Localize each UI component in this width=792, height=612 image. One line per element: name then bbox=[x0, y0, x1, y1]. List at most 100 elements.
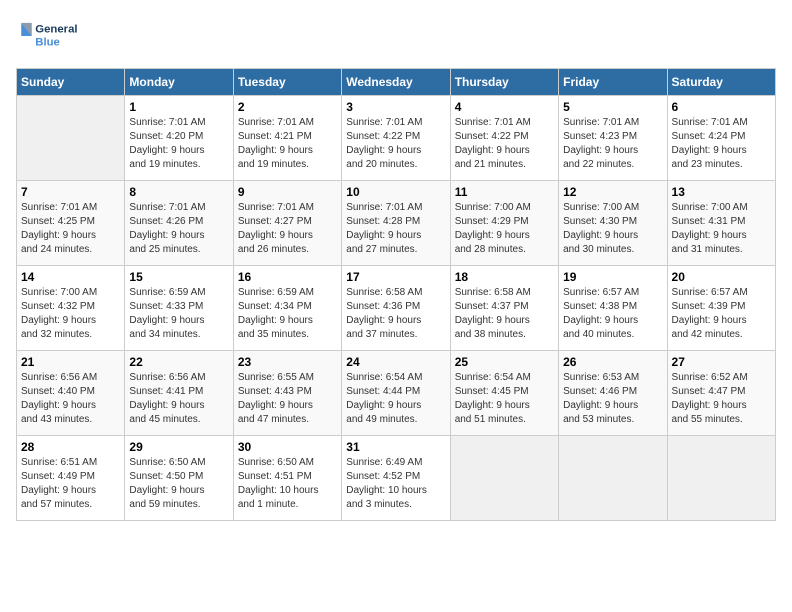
day-number: 18 bbox=[455, 270, 554, 284]
day-number: 8 bbox=[129, 185, 228, 199]
calendar-cell: 6 Sunrise: 7:01 AM Sunset: 4:24 PM Daylig… bbox=[667, 96, 775, 181]
calendar-cell: 11 Sunrise: 7:00 AM Sunset: 4:29 PM Dayli… bbox=[450, 181, 558, 266]
weekday-header-row: SundayMondayTuesdayWednesdayThursdayFrid… bbox=[17, 69, 776, 96]
day-number: 19 bbox=[563, 270, 662, 284]
calendar-cell: 1 Sunrise: 7:01 AM Sunset: 4:20 PM Daylig… bbox=[125, 96, 233, 181]
day-number: 27 bbox=[672, 355, 771, 369]
day-info: Sunrise: 7:01 AM Sunset: 4:27 PM Dayligh… bbox=[238, 201, 337, 257]
day-number: 29 bbox=[129, 440, 228, 454]
calendar-cell: 9 Sunrise: 7:01 AM Sunset: 4:27 PM Daylig… bbox=[233, 181, 341, 266]
day-number: 13 bbox=[672, 185, 771, 199]
calendar-cell bbox=[450, 436, 558, 521]
day-info: Sunrise: 6:58 AM Sunset: 4:37 PM Dayligh… bbox=[455, 286, 554, 342]
day-number: 15 bbox=[129, 270, 228, 284]
day-info: Sunrise: 7:01 AM Sunset: 4:22 PM Dayligh… bbox=[346, 116, 445, 172]
calendar-cell: 12Sunrise: 7:00 AM Sunset: 4:30 PM Dayli… bbox=[559, 181, 667, 266]
day-info: Sunrise: 7:01 AM Sunset: 4:28 PM Dayligh… bbox=[346, 201, 445, 257]
logo-svg: General Blue bbox=[16, 16, 86, 56]
calendar-cell: 4 Sunrise: 7:01 AM Sunset: 4:22 PM Daylig… bbox=[450, 96, 558, 181]
day-info: Sunrise: 6:53 AM Sunset: 4:46 PM Dayligh… bbox=[563, 371, 662, 427]
calendar-cell: 10 Sunrise: 7:01 AM Sunset: 4:28 PM Dayli… bbox=[342, 181, 450, 266]
day-info: Sunrise: 7:01 AM Sunset: 4:26 PM Dayligh… bbox=[129, 201, 228, 257]
week-row-5: 28 Sunrise: 6:51 AM Sunset: 4:49 PM Dayli… bbox=[17, 436, 776, 521]
day-info: Sunrise: 7:01 AM Sunset: 4:25 PM Dayligh… bbox=[21, 201, 120, 257]
weekday-header-monday: Monday bbox=[125, 69, 233, 96]
day-info: Sunrise: 6:57 AM Sunset: 4:39 PM Dayligh… bbox=[672, 286, 771, 342]
day-number: 1 bbox=[129, 100, 228, 114]
day-number: 9 bbox=[238, 185, 337, 199]
day-info: Sunrise: 6:59 AM Sunset: 4:33 PM Dayligh… bbox=[129, 286, 228, 342]
day-info: Sunrise: 7:01 AM Sunset: 4:20 PM Dayligh… bbox=[129, 116, 228, 172]
weekday-header-tuesday: Tuesday bbox=[233, 69, 341, 96]
day-info: Sunrise: 6:50 AM Sunset: 4:51 PM Dayligh… bbox=[238, 456, 337, 512]
calendar-cell: 28 Sunrise: 6:51 AM Sunset: 4:49 PM Dayli… bbox=[17, 436, 125, 521]
calendar-cell: 22 Sunrise: 6:56 AM Sunset: 4:41 PM Dayli… bbox=[125, 351, 233, 436]
day-info: Sunrise: 7:01 AM Sunset: 4:23 PM Dayligh… bbox=[563, 116, 662, 172]
day-number: 12 bbox=[563, 185, 662, 199]
day-number: 31 bbox=[346, 440, 445, 454]
day-number: 22 bbox=[129, 355, 228, 369]
day-info: Sunrise: 7:01 AM Sunset: 4:22 PM Dayligh… bbox=[455, 116, 554, 172]
calendar-cell bbox=[17, 96, 125, 181]
week-row-2: 7 Sunrise: 7:01 AM Sunset: 4:25 PM Daylig… bbox=[17, 181, 776, 266]
day-info: Sunrise: 6:52 AM Sunset: 4:47 PM Dayligh… bbox=[672, 371, 771, 427]
day-number: 26 bbox=[563, 355, 662, 369]
day-number: 14 bbox=[21, 270, 120, 284]
weekday-header-sunday: Sunday bbox=[17, 69, 125, 96]
day-info: Sunrise: 7:01 AM Sunset: 4:21 PM Dayligh… bbox=[238, 116, 337, 172]
day-number: 17 bbox=[346, 270, 445, 284]
day-info: Sunrise: 7:00 AM Sunset: 4:29 PM Dayligh… bbox=[455, 201, 554, 257]
day-info: Sunrise: 6:56 AM Sunset: 4:40 PM Dayligh… bbox=[21, 371, 120, 427]
calendar-cell: 3 Sunrise: 7:01 AM Sunset: 4:22 PM Daylig… bbox=[342, 96, 450, 181]
calendar-table: SundayMondayTuesdayWednesdayThursdayFrid… bbox=[16, 68, 776, 521]
calendar-cell: 15 Sunrise: 6:59 AM Sunset: 4:33 PM Dayli… bbox=[125, 266, 233, 351]
day-number: 21 bbox=[21, 355, 120, 369]
week-row-3: 14 Sunrise: 7:00 AM Sunset: 4:32 PM Dayli… bbox=[17, 266, 776, 351]
day-info: Sunrise: 7:00 AM Sunset: 4:31 PM Dayligh… bbox=[672, 201, 771, 257]
day-number: 7 bbox=[21, 185, 120, 199]
calendar-cell bbox=[559, 436, 667, 521]
day-number: 6 bbox=[672, 100, 771, 114]
calendar-cell bbox=[667, 436, 775, 521]
calendar-cell: 2 Sunrise: 7:01 AM Sunset: 4:21 PM Daylig… bbox=[233, 96, 341, 181]
day-number: 3 bbox=[346, 100, 445, 114]
day-info: Sunrise: 6:54 AM Sunset: 4:44 PM Dayligh… bbox=[346, 371, 445, 427]
weekday-header-saturday: Saturday bbox=[667, 69, 775, 96]
week-row-1: 1 Sunrise: 7:01 AM Sunset: 4:20 PM Daylig… bbox=[17, 96, 776, 181]
calendar-cell: 8 Sunrise: 7:01 AM Sunset: 4:26 PM Daylig… bbox=[125, 181, 233, 266]
day-number: 23 bbox=[238, 355, 337, 369]
day-info: Sunrise: 6:51 AM Sunset: 4:49 PM Dayligh… bbox=[21, 456, 120, 512]
calendar-cell: 21 Sunrise: 6:56 AM Sunset: 4:40 PM Dayli… bbox=[17, 351, 125, 436]
calendar-cell: 5 Sunrise: 7:01 AM Sunset: 4:23 PM Daylig… bbox=[559, 96, 667, 181]
day-number: 30 bbox=[238, 440, 337, 454]
day-number: 24 bbox=[346, 355, 445, 369]
calendar-cell: 13 Sunrise: 7:00 AM Sunset: 4:31 PM Dayli… bbox=[667, 181, 775, 266]
calendar-cell: 7 Sunrise: 7:01 AM Sunset: 4:25 PM Daylig… bbox=[17, 181, 125, 266]
week-row-4: 21 Sunrise: 6:56 AM Sunset: 4:40 PM Dayli… bbox=[17, 351, 776, 436]
day-number: 5 bbox=[563, 100, 662, 114]
day-number: 11 bbox=[455, 185, 554, 199]
day-number: 2 bbox=[238, 100, 337, 114]
calendar-cell: 14 Sunrise: 7:00 AM Sunset: 4:32 PM Dayli… bbox=[17, 266, 125, 351]
day-info: Sunrise: 7:01 AM Sunset: 4:24 PM Dayligh… bbox=[672, 116, 771, 172]
calendar-cell: 20Sunrise: 6:57 AM Sunset: 4:39 PM Dayli… bbox=[667, 266, 775, 351]
weekday-header-wednesday: Wednesday bbox=[342, 69, 450, 96]
calendar-cell: 23Sunrise: 6:55 AM Sunset: 4:43 PM Dayli… bbox=[233, 351, 341, 436]
calendar-cell: 27 Sunrise: 6:52 AM Sunset: 4:47 PM Dayli… bbox=[667, 351, 775, 436]
calendar-cell: 25Sunrise: 6:54 AM Sunset: 4:45 PM Dayli… bbox=[450, 351, 558, 436]
logo: General Blue bbox=[16, 16, 86, 56]
calendar-cell: 24 Sunrise: 6:54 AM Sunset: 4:44 PM Dayli… bbox=[342, 351, 450, 436]
day-info: Sunrise: 6:49 AM Sunset: 4:52 PM Dayligh… bbox=[346, 456, 445, 512]
day-number: 4 bbox=[455, 100, 554, 114]
calendar-cell: 31 Sunrise: 6:49 AM Sunset: 4:52 PM Dayli… bbox=[342, 436, 450, 521]
calendar-cell: 26 Sunrise: 6:53 AM Sunset: 4:46 PM Dayli… bbox=[559, 351, 667, 436]
day-info: Sunrise: 7:00 AM Sunset: 4:32 PM Dayligh… bbox=[21, 286, 120, 342]
day-number: 10 bbox=[346, 185, 445, 199]
svg-text:General: General bbox=[35, 24, 77, 36]
calendar-cell: 29Sunrise: 6:50 AM Sunset: 4:50 PM Dayli… bbox=[125, 436, 233, 521]
weekday-header-thursday: Thursday bbox=[450, 69, 558, 96]
calendar-cell: 17Sunrise: 6:58 AM Sunset: 4:36 PM Dayli… bbox=[342, 266, 450, 351]
day-number: 28 bbox=[21, 440, 120, 454]
day-number: 16 bbox=[238, 270, 337, 284]
day-info: Sunrise: 6:56 AM Sunset: 4:41 PM Dayligh… bbox=[129, 371, 228, 427]
